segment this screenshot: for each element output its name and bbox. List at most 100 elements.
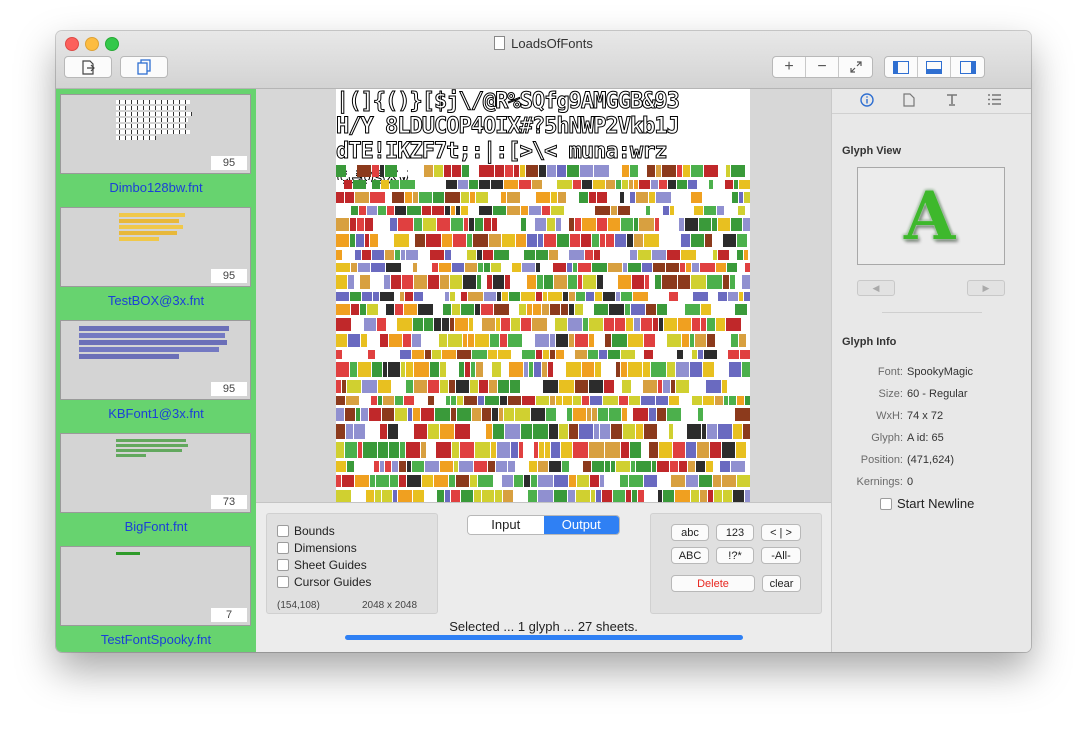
atlas-glyph [691, 275, 706, 289]
atlas-glyph [723, 490, 732, 502]
zoom-in-button[interactable]: + [773, 57, 806, 77]
atlas-glyph [351, 263, 357, 272]
atlas-glyph [608, 263, 622, 272]
next-glyph-button[interactable]: ▶ [967, 280, 1005, 296]
atlas-glyph [491, 180, 503, 189]
atlas-glyph [646, 304, 656, 315]
atlas-glyph [686, 263, 691, 272]
atlas-glyph [621, 292, 632, 301]
atlas-glyph [745, 263, 750, 272]
atlas-glyph [595, 334, 604, 347]
dimensions-checkbox[interactable] [277, 542, 289, 554]
atlas-glyph [356, 234, 364, 247]
sheet-item-kbfont[interactable]: 95 KBFont1@3x.fnt [59, 315, 253, 428]
atlas-glyph [604, 275, 617, 289]
glyph-atlas[interactable]: |(]{()}[$j\/@R%SQfg9AMGGB&93 H/Y 8LDUCOP… [336, 89, 750, 502]
sheet-item-testfontspooky[interactable]: 7 TestFontSpooky.fnt [59, 541, 253, 652]
duplicate-button[interactable] [120, 56, 168, 78]
toggle-left-panel-button[interactable] [885, 57, 918, 77]
atlas-glyph [731, 165, 745, 177]
input-tab[interactable]: Input [468, 516, 544, 534]
uppercase-button[interactable]: ABC [671, 547, 709, 564]
atlas-glyph [392, 461, 398, 472]
text-tab[interactable] [945, 93, 959, 110]
bars-button[interactable]: < | > [761, 524, 801, 541]
sheet-item-bigfont[interactable]: 73 BigFont.fnt [59, 428, 253, 541]
atlas-glyph [698, 350, 703, 359]
toggle-bottom-panel-button[interactable] [918, 57, 951, 77]
atlas-glyph [502, 475, 513, 487]
dimensions-option[interactable]: Dimensions [277, 541, 357, 555]
clear-button[interactable]: clear [762, 575, 801, 592]
sheet-guides-option[interactable]: Sheet Guides [277, 558, 367, 572]
atlas-glyph [600, 424, 610, 439]
atlas-glyph [609, 408, 621, 421]
atlas-glyph [414, 218, 422, 231]
atlas-glyph [336, 234, 349, 247]
zoom-out-button[interactable]: − [806, 57, 839, 77]
atlas-glyph [382, 490, 392, 502]
export-button[interactable] [64, 56, 112, 78]
atlas-glyph [415, 234, 425, 247]
sheet-item-dimbo[interactable]: 95 Dimbo128bw.fnt [59, 89, 253, 202]
atlas-glyph [589, 442, 604, 458]
atlas-glyph [469, 206, 478, 215]
atlas-glyph [389, 334, 402, 347]
punctuation-button[interactable]: !?* [716, 547, 754, 564]
output-tab[interactable]: Output [543, 516, 619, 534]
atlas-glyph [743, 424, 750, 439]
atlas-glyph [683, 165, 690, 177]
sheet-name[interactable]: Dimbo128bw.fnt [59, 180, 253, 195]
previous-glyph-button[interactable]: ◀ [857, 280, 895, 296]
sheet-list[interactable]: 95 Dimbo128bw.fnt 95 TestBOX@3x.fnt 95 K… [56, 89, 256, 652]
file-tab[interactable] [903, 93, 915, 110]
sheet-item-testbox[interactable]: 95 TestBOX@3x.fnt [59, 202, 253, 315]
sheet-canvas[interactable]: |(]{()}[$j\/@R%SQfg9AMGGB&93 H/Y 8LDUCOP… [256, 89, 831, 503]
atlas-glyph [448, 334, 462, 347]
cursor-guides-option[interactable]: Cursor Guides [277, 575, 371, 589]
glyph-set-buttons: abc 123 < | > ABC !?* -All- Delete clear [650, 513, 822, 614]
numbers-button[interactable]: 123 [716, 524, 754, 541]
sheet-guides-checkbox[interactable] [277, 559, 289, 571]
all-button[interactable]: -All- [761, 547, 801, 564]
bounds-option[interactable]: Bounds [277, 524, 335, 538]
atlas-glyph [726, 318, 741, 331]
list-tab[interactable] [987, 93, 1002, 109]
atlas-glyph [343, 350, 357, 359]
atlas-glyph [526, 165, 538, 177]
delete-button[interactable]: Delete [671, 575, 755, 592]
atlas-glyph [489, 192, 500, 203]
toggle-right-panel-button[interactable] [951, 57, 984, 77]
atlas-glyph [509, 362, 523, 377]
start-newline-checkbox[interactable] [880, 497, 892, 510]
atlas-glyph [651, 362, 666, 377]
cursor-guides-checkbox[interactable] [277, 576, 289, 588]
atlas-glyph [428, 396, 434, 405]
start-newline-option[interactable]: Start Newline [880, 496, 974, 511]
atlas-glyph [492, 408, 498, 421]
sheet-name[interactable]: KBFont1@3x.fnt [59, 406, 253, 421]
info-tab[interactable] [860, 93, 874, 110]
atlas-glyph [608, 218, 620, 231]
fit-button[interactable] [839, 57, 872, 77]
atlas-glyph [623, 263, 627, 272]
atlas-glyph [558, 192, 566, 203]
atlas-glyph [707, 275, 722, 289]
atlas-glyph [723, 234, 736, 247]
atlas-glyph [611, 424, 622, 439]
atlas-glyph [602, 490, 612, 502]
sheet-name[interactable]: TestBOX@3x.fnt [59, 293, 253, 308]
lowercase-button[interactable]: abc [671, 524, 709, 541]
bounds-checkbox[interactable] [277, 525, 289, 537]
sheet-name[interactable]: TestFontSpooky.fnt [59, 632, 253, 647]
atlas-glyph [556, 218, 561, 231]
atlas-glyph [644, 350, 653, 359]
atlas-glyph-row [336, 275, 750, 289]
atlas-glyph [374, 461, 379, 472]
atlas-glyph [737, 396, 744, 405]
atlas-glyph [454, 461, 458, 472]
atlas-glyph [539, 165, 546, 177]
atlas-glyph [701, 318, 706, 331]
atlas-glyph [615, 380, 621, 393]
sheet-name[interactable]: BigFont.fnt [59, 519, 253, 534]
